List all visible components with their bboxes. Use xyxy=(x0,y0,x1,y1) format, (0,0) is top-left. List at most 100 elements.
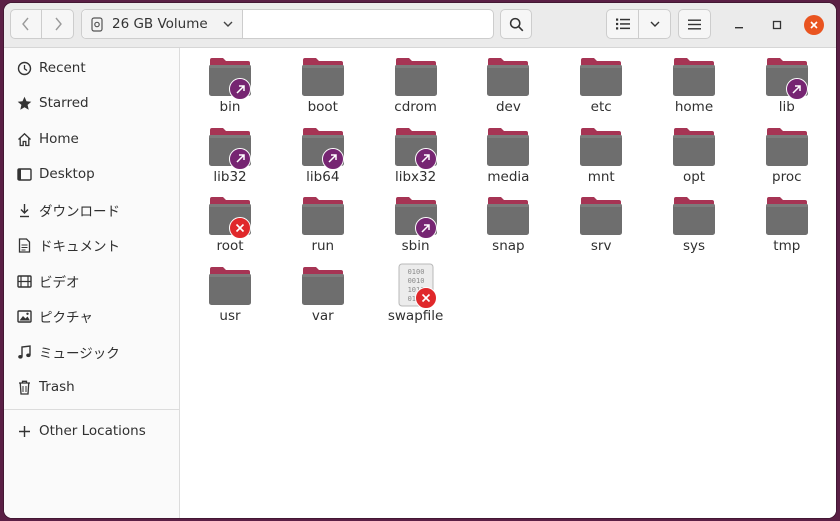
folder-item[interactable]: lib64 xyxy=(277,121,369,187)
star-icon xyxy=(16,95,32,111)
file-item[interactable]: 0100001010100110swapfile xyxy=(370,260,462,326)
folder-icon xyxy=(672,196,716,236)
folder-icon xyxy=(579,127,623,167)
folder-icon xyxy=(394,57,438,97)
chevron-down-icon xyxy=(223,21,233,27)
file-name-label: srv xyxy=(590,238,612,255)
download-icon xyxy=(16,202,32,218)
file-name-label: run xyxy=(311,238,335,255)
sidebar-item-other-locations[interactable]: Other Locations xyxy=(4,414,179,448)
folder-item[interactable]: etc xyxy=(555,51,647,117)
no-access-emblem-icon xyxy=(414,286,437,309)
sidebar-item-label: ビデオ xyxy=(39,275,80,291)
folder-icon xyxy=(301,196,345,236)
sidebar-item-label: Home xyxy=(39,131,79,147)
list-view-icon xyxy=(615,18,630,30)
symlink-emblem-icon xyxy=(321,147,344,170)
folder-item[interactable]: lib xyxy=(741,51,833,117)
document-icon xyxy=(16,237,32,253)
sidebar-item-documents[interactable]: ドキュメント xyxy=(4,228,179,262)
file-name-label: media xyxy=(487,168,530,185)
file-name-label: var xyxy=(311,307,334,324)
folder-item[interactable]: srv xyxy=(555,190,647,256)
file-name-label: sys xyxy=(682,238,706,255)
folder-item[interactable]: proc xyxy=(741,121,833,187)
sidebar-item-music[interactable]: ミュージック xyxy=(4,335,179,369)
file-name-label: dev xyxy=(495,99,521,115)
file-manager-window: 26 GB Volume Recent Starred Home Desktop… xyxy=(4,3,836,518)
maximize-icon xyxy=(772,20,782,30)
folder-item[interactable]: var xyxy=(277,260,369,326)
search-button[interactable] xyxy=(500,9,532,39)
header-bar: 26 GB Volume xyxy=(4,3,836,48)
sidebar-item-label: ダウンロード xyxy=(39,204,120,220)
folder-item[interactable]: home xyxy=(648,51,740,117)
file-name-label: boot xyxy=(307,99,338,115)
minimize-icon xyxy=(735,27,743,29)
folder-icon xyxy=(765,127,809,167)
sidebar-item-trash[interactable]: Trash xyxy=(4,370,179,404)
folder-icon xyxy=(486,196,530,236)
sidebar-item-starred[interactable]: Starred xyxy=(4,86,179,120)
folder-item[interactable]: sys xyxy=(648,190,740,256)
file-name-label: swapfile xyxy=(387,307,444,324)
minimize-button[interactable] xyxy=(729,15,749,35)
desktop-icon xyxy=(16,166,32,182)
file-name-label: opt xyxy=(682,168,706,185)
main-menu-button[interactable] xyxy=(678,9,711,39)
drive-icon xyxy=(91,16,103,32)
file-name-label: lib64 xyxy=(306,168,340,185)
folder-icon xyxy=(579,196,623,236)
sidebar-item-pictures[interactable]: ピクチャ xyxy=(4,299,179,333)
folder-item[interactable]: tmp xyxy=(741,190,833,256)
svg-text:0010: 0010 xyxy=(407,277,424,285)
folder-item[interactable]: sbin xyxy=(370,190,462,256)
folder-icon xyxy=(301,57,345,97)
sidebar-item-downloads[interactable]: ダウンロード xyxy=(4,193,179,227)
file-name-label: cdrom xyxy=(394,99,437,115)
search-icon xyxy=(509,17,523,31)
trash-icon xyxy=(16,379,32,395)
sidebar-item-label: Starred xyxy=(39,95,89,111)
view-options-button[interactable] xyxy=(638,9,671,39)
folder-item[interactable]: lib32 xyxy=(184,121,276,187)
folder-item[interactable]: run xyxy=(277,190,369,256)
sidebar-item-label: Desktop xyxy=(39,166,95,182)
list-view-button[interactable] xyxy=(606,9,639,39)
sidebar-item-videos[interactable]: ビデオ xyxy=(4,264,179,298)
close-button[interactable] xyxy=(804,15,824,35)
folder-icon xyxy=(672,127,716,167)
folder-item[interactable]: libx32 xyxy=(370,121,462,187)
folder-item[interactable]: cdrom xyxy=(370,51,462,117)
location-crumb[interactable]: 26 GB Volume xyxy=(82,10,243,38)
maximize-button[interactable] xyxy=(767,15,787,35)
location-label: 26 GB Volume xyxy=(112,16,208,32)
close-icon xyxy=(810,21,818,29)
folder-icon xyxy=(208,266,252,306)
folder-item[interactable]: boot xyxy=(277,51,369,117)
folder-item[interactable]: root xyxy=(184,190,276,256)
music-icon xyxy=(16,344,32,360)
sidebar-item-desktop[interactable]: Desktop xyxy=(4,157,179,191)
folder-item[interactable]: opt xyxy=(648,121,740,187)
folder-item[interactable]: dev xyxy=(462,51,554,117)
back-button[interactable] xyxy=(10,9,42,39)
sidebar-item-home[interactable]: Home xyxy=(4,122,179,156)
sidebar-separator xyxy=(4,409,179,410)
hamburger-menu-icon xyxy=(688,19,701,29)
folder-item[interactable]: bin xyxy=(184,51,276,117)
folder-icon xyxy=(486,127,530,167)
folder-item[interactable]: snap xyxy=(462,190,554,256)
clock-icon xyxy=(16,60,32,76)
home-icon xyxy=(16,131,32,147)
folder-item[interactable]: mnt xyxy=(555,121,647,187)
folder-item[interactable]: usr xyxy=(184,260,276,326)
folder-item[interactable]: media xyxy=(462,121,554,187)
forward-button[interactable] xyxy=(41,9,74,39)
chevron-down-icon xyxy=(650,21,659,27)
sidebar-item-label: ドキュメント xyxy=(39,239,120,255)
file-name-label: lib xyxy=(778,99,795,115)
path-bar[interactable]: 26 GB Volume xyxy=(81,9,494,39)
folder-icon xyxy=(486,57,530,97)
sidebar-item-recent[interactable]: Recent xyxy=(4,51,179,85)
